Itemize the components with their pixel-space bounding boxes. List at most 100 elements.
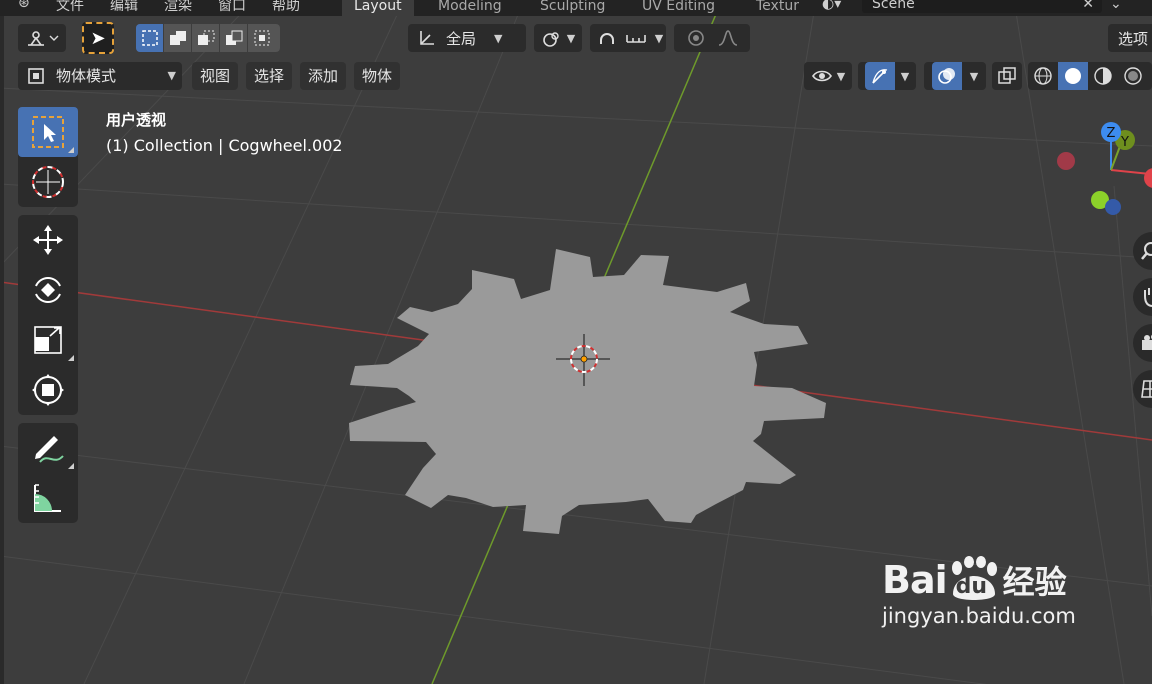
menu-add[interactable]: 添加 xyxy=(300,62,347,90)
measure-tool[interactable] xyxy=(18,473,78,523)
camera-icon xyxy=(1142,334,1152,350)
transform-orientation-dropdown[interactable]: 全局 ▼ xyxy=(408,24,526,52)
scene-name: Scene xyxy=(872,0,915,12)
snap-increment-icon[interactable] xyxy=(621,30,651,46)
scale-icon xyxy=(34,326,62,354)
pivot-point-dropdown[interactable]: ▼ xyxy=(534,24,582,52)
top-bar: ⊛ 文件 编辑 渲染 窗口 帮助 Layout Modeling Sculpti… xyxy=(0,0,1152,16)
rotate-tool[interactable] xyxy=(18,265,78,315)
chevron-down-icon: ▼ xyxy=(566,31,576,45)
falloff-curve-icon[interactable] xyxy=(712,29,744,47)
viewport-icon xyxy=(28,31,59,46)
tab-layout[interactable]: Layout xyxy=(342,0,414,16)
scale-tool[interactable] xyxy=(18,315,78,365)
wireframe-shading-icon[interactable] xyxy=(1028,66,1058,86)
cogwheel-object[interactable] xyxy=(349,249,826,534)
viewport-editor-type-button[interactable] xyxy=(18,24,66,52)
chevron-down-icon: ▼ xyxy=(167,69,176,82)
blender-logo-icon[interactable]: ⊛ xyxy=(18,0,30,11)
pivot-icon xyxy=(542,32,559,47)
annotate-tool[interactable] xyxy=(18,423,78,473)
proportional-editing-group xyxy=(674,24,750,52)
proportional-editing-icon[interactable] xyxy=(680,28,712,48)
watermark-url: jingyan.baidu.com xyxy=(882,604,1076,628)
view-name-label: 用户透视 xyxy=(106,111,167,129)
cursor-tool[interactable] xyxy=(18,157,78,207)
watermark-brand-du: du xyxy=(955,574,988,599)
close-icon[interactable]: ✕ xyxy=(1082,0,1094,13)
paw-logo-icon: du xyxy=(947,556,999,604)
select-new-icon[interactable] xyxy=(136,24,164,52)
select-intersect-icon[interactable] xyxy=(248,24,276,52)
menu-select[interactable]: 选择 xyxy=(246,62,293,90)
object-mode-label: 物体模式 xyxy=(56,67,117,85)
material-shading-icon[interactable] xyxy=(1088,66,1118,86)
menu-render[interactable]: 渲染 xyxy=(164,0,192,15)
rotate-icon xyxy=(35,277,61,303)
visibility-dropdown[interactable]: ▼ xyxy=(804,62,852,90)
gizmo-toggle-icon[interactable] xyxy=(864,62,895,90)
watermark-brand: Bai xyxy=(882,558,948,602)
snap-group: ▼ xyxy=(590,24,666,52)
menu-edit[interactable]: 编辑 xyxy=(110,0,138,15)
menu-view[interactable]: 视图 xyxy=(192,62,239,90)
tool-shelf xyxy=(18,107,78,531)
menu-object[interactable]: 物体 xyxy=(354,62,401,90)
select-subtract-icon[interactable] xyxy=(192,24,220,52)
chevron-down-icon[interactable]: ⌄ xyxy=(1110,0,1122,12)
gizmo-z-label: Z xyxy=(1107,126,1116,141)
transform-tools xyxy=(18,215,78,415)
object-mode-dropdown[interactable]: 物体模式 ▼ xyxy=(18,62,182,90)
tab-sculpting[interactable]: Sculpting xyxy=(528,0,617,16)
overlay-icon[interactable] xyxy=(931,62,962,90)
xray-toggle[interactable] xyxy=(992,62,1022,90)
select-extend-icon[interactable] xyxy=(164,24,192,52)
move-tool[interactable] xyxy=(18,215,78,265)
tab-modeling[interactable]: Modeling xyxy=(426,0,514,16)
chevron-down-icon: ▼ xyxy=(494,31,503,45)
rendered-shading-icon[interactable] xyxy=(1118,66,1148,86)
shading-mode-group xyxy=(1028,62,1152,90)
move-icon xyxy=(33,225,63,255)
menu-window[interactable]: 窗口 xyxy=(218,0,246,15)
magnet-icon[interactable] xyxy=(593,28,621,48)
options-label: 选项 xyxy=(1118,29,1149,48)
collection-object-label: (1) Collection | Cogwheel.002 xyxy=(106,136,343,155)
pan-hand-icon xyxy=(1144,288,1152,307)
chevron-down-icon[interactable]: ▼ xyxy=(655,32,663,45)
transform-tool[interactable] xyxy=(18,365,78,415)
selection-tools xyxy=(18,107,78,207)
scene-selector-icon[interactable]: ◐▾ xyxy=(822,0,841,12)
options-dropdown[interactable]: 选项 xyxy=(1108,24,1152,52)
grid-icon xyxy=(1141,380,1152,398)
menu-help[interactable]: 帮助 xyxy=(272,0,300,15)
select-box-icon xyxy=(32,116,64,148)
chevron-down-icon[interactable]: ▼ xyxy=(970,70,978,83)
selection-mode-group xyxy=(136,24,280,52)
object-mode-icon xyxy=(28,68,44,84)
gizmo-y-label: Y xyxy=(1120,135,1129,150)
gizmo-toggle-group: ▼ xyxy=(858,62,916,90)
baidu-watermark: Bai du 经验 jingyan.baidu.com xyxy=(882,556,1152,628)
tab-texture[interactable]: Textur xyxy=(744,0,811,16)
tab-uv-editing[interactable]: UV Editing xyxy=(630,0,727,16)
select-invert-icon[interactable] xyxy=(220,24,248,52)
annotate-icon xyxy=(35,436,64,463)
overlay-toggle-group: ▼ xyxy=(924,62,986,90)
chevron-down-icon[interactable]: ▼ xyxy=(901,70,909,83)
navigation-gizmo[interactable]: Y Z xyxy=(1057,122,1152,215)
transform-orientation-label: 全局 xyxy=(446,29,477,48)
watermark-jingyan: 经验 xyxy=(1002,563,1067,601)
scene-name-field[interactable]: Scene ✕ xyxy=(862,0,1102,13)
select-box-tool[interactable] xyxy=(18,107,78,157)
arrow-pointer-icon: ➤ xyxy=(90,27,106,49)
eye-icon xyxy=(811,70,832,82)
cursor-icon xyxy=(32,166,64,198)
chevron-down-icon: ▼ xyxy=(836,69,846,83)
transform-icon xyxy=(32,374,64,406)
solid-shading-icon[interactable] xyxy=(1058,62,1088,90)
measure-icon xyxy=(34,484,61,512)
menu-file[interactable]: 文件 xyxy=(56,0,84,15)
orientation-axes-icon xyxy=(420,31,434,45)
select-tool-header-button[interactable]: ➤ xyxy=(82,22,114,54)
